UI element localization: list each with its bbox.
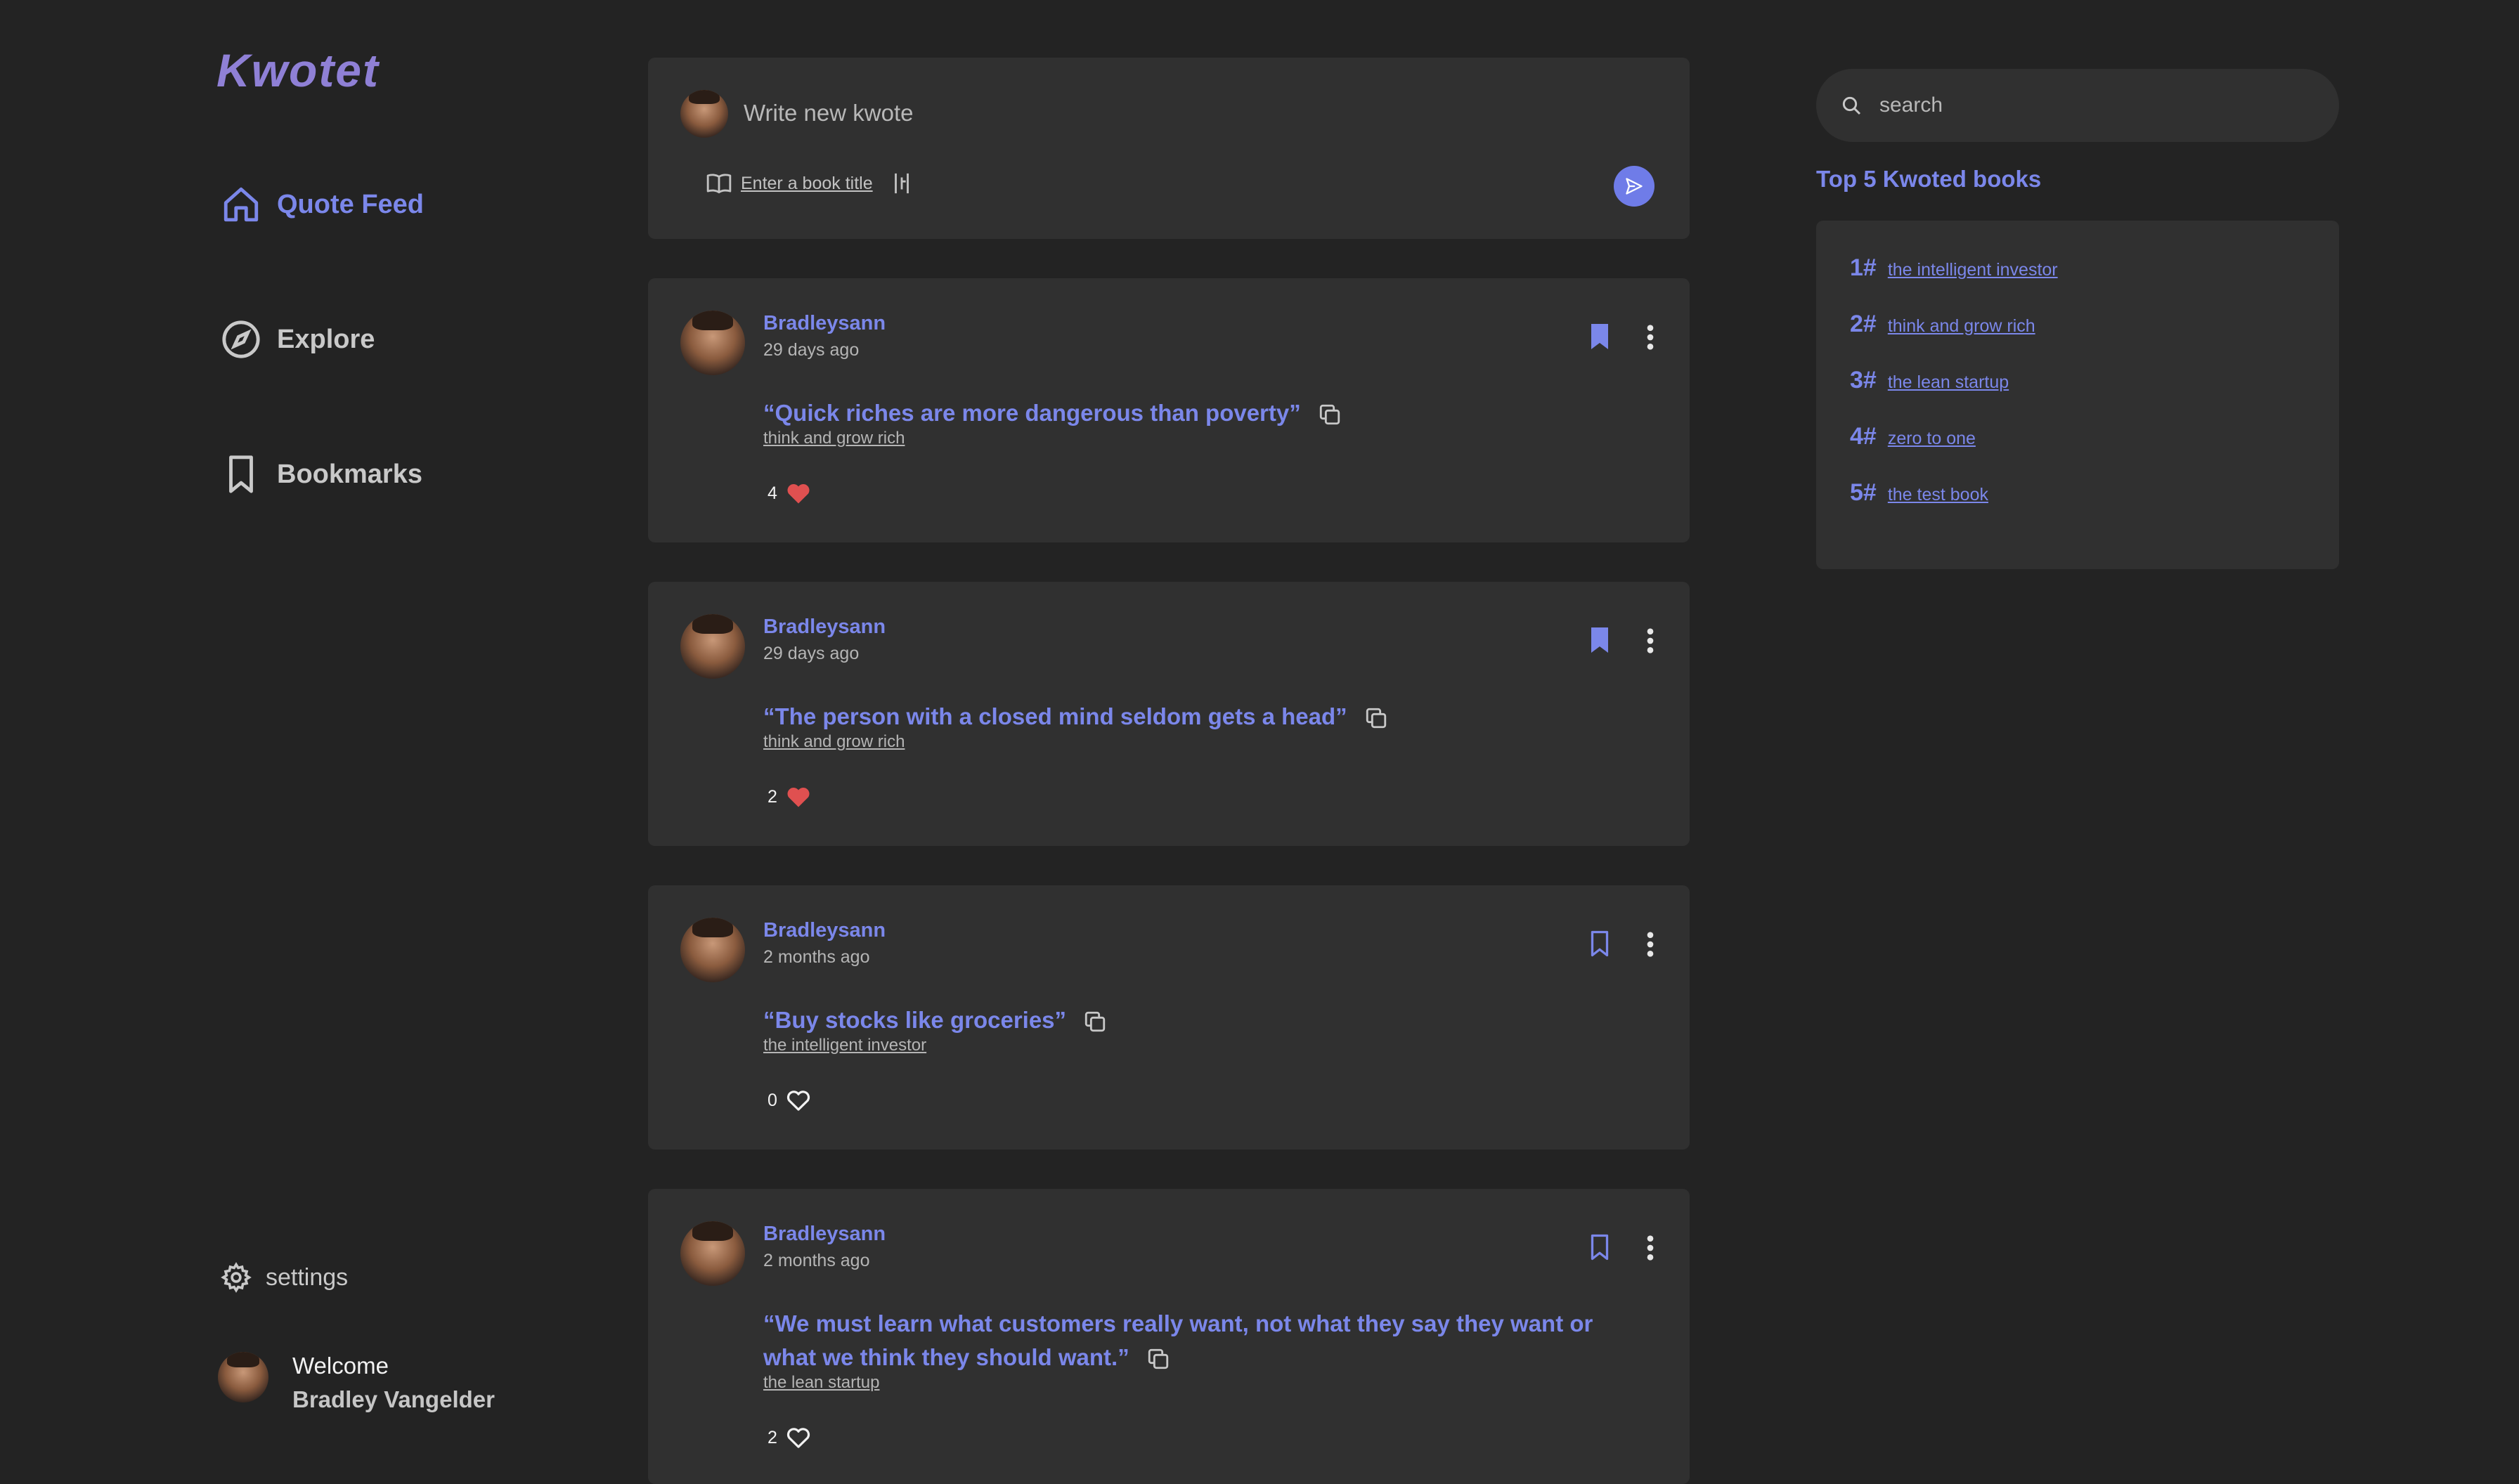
author-avatar[interactable] [680, 614, 745, 679]
bookmark-outline-icon[interactable] [1587, 1232, 1612, 1262]
post-quote: “Buy stocks like groceries” [763, 1003, 1642, 1037]
like-count: 4 [768, 483, 777, 503]
search-icon [1842, 96, 1861, 115]
top-book-rank: 3# [1850, 367, 1877, 393]
more-options-icon[interactable] [1645, 1234, 1656, 1262]
post-author[interactable]: Bradleysann [763, 616, 886, 639]
bookmark-filled-icon[interactable] [1587, 625, 1612, 655]
more-options-icon[interactable] [1645, 627, 1656, 655]
book-title-link-label: Enter a book title [741, 173, 873, 193]
post-quote: “We must learn what customers really wan… [763, 1310, 1593, 1371]
welcome-label: Welcome [292, 1353, 389, 1379]
gear-icon [221, 1262, 252, 1293]
like-counter[interactable]: 2 [768, 1426, 811, 1449]
top-book-item: 2# think and grow rich [1850, 311, 2035, 338]
post-quote: “Quick riches are more dangerous than po… [763, 396, 1642, 430]
nav-quote-feed[interactable]: Quote Feed [221, 184, 424, 225]
post-quote-text: Quick riches are more dangerous than pov… [775, 400, 1290, 426]
author-avatar[interactable] [680, 918, 745, 982]
new-kwote-input[interactable]: Write new kwote [744, 100, 913, 126]
copy-icon[interactable] [1146, 1347, 1170, 1371]
author-avatar[interactable] [680, 1221, 745, 1286]
top-book-rank: 2# [1850, 311, 1877, 337]
top-books-list: 1# the intelligent investor 2# think and… [1816, 221, 2339, 569]
new-kwote-composer: Write new kwote Enter a book title [648, 58, 1690, 239]
post-author[interactable]: Bradleysann [763, 312, 886, 335]
user-welcome: Welcome Bradley Vangelder [218, 1349, 495, 1417]
top-book-item: 4# zero to one [1850, 423, 1976, 450]
text-cursor-icon [895, 173, 909, 194]
top-book-item: 1# the intelligent investor [1850, 254, 2058, 282]
bookmark-filled-icon[interactable] [1587, 322, 1612, 351]
user-name: Bradley Vangelder [292, 1386, 495, 1412]
bookmark-icon [229, 455, 253, 493]
post-book-link[interactable]: think and grow rich [763, 429, 905, 448]
like-count: 0 [768, 1090, 777, 1110]
nav-explore-label: Explore [277, 324, 375, 354]
top-books-title: Top 5 Kwoted books [1816, 166, 2042, 192]
bookmark-outline-icon[interactable] [1587, 929, 1612, 958]
settings-link[interactable]: settings [221, 1262, 348, 1293]
top-book-item: 5# the test book [1850, 479, 1988, 507]
copy-icon[interactable] [1364, 706, 1388, 730]
top-book-link[interactable]: think and grow rich [1888, 316, 2035, 337]
like-count: 2 [768, 1427, 777, 1447]
more-options-icon[interactable] [1645, 930, 1656, 958]
post-quote: “The person with a closed mind seldom ge… [763, 700, 1642, 734]
post-time: 29 days ago [763, 644, 860, 663]
copy-icon[interactable] [1083, 1010, 1107, 1034]
post-quote-text: We must learn what customers really want… [763, 1310, 1593, 1370]
post-card: Bradleysann 29 days ago “Quick riches ar… [648, 278, 1690, 542]
post-book-link[interactable]: the intelligent investor [763, 1036, 926, 1055]
heart-filled-icon[interactable] [786, 786, 811, 808]
like-counter[interactable]: 0 [768, 1089, 811, 1112]
post-time: 2 months ago [763, 1251, 870, 1270]
search-bar[interactable] [1816, 69, 2339, 142]
top-book-link[interactable]: the intelligent investor [1888, 260, 2058, 280]
top-book-link[interactable]: zero to one [1888, 429, 1976, 449]
nav-quote-feed-label: Quote Feed [277, 189, 425, 219]
post-quote-text: The person with a closed mind seldom get… [775, 703, 1336, 729]
post-author[interactable]: Bradleysann [763, 1223, 886, 1246]
book-icon [706, 174, 732, 194]
top-book-rank: 5# [1850, 479, 1877, 506]
top-book-link[interactable]: the test book [1888, 485, 1988, 505]
book-title-link[interactable]: Enter a book title [706, 170, 873, 197]
top-book-rank: 1# [1850, 254, 1877, 281]
app-logo[interactable]: Kwotet [216, 44, 380, 97]
post-card: Bradleysann 2 months ago “We must learn … [648, 1189, 1690, 1484]
post-card: Bradleysann 2 months ago “Buy stocks lik… [648, 885, 1690, 1150]
top-book-link[interactable]: the lean startup [1888, 372, 2009, 393]
heart-outline-icon[interactable] [786, 1089, 811, 1112]
more-options-icon[interactable] [1645, 323, 1656, 351]
settings-label: settings [266, 1263, 349, 1291]
composer-avatar [680, 90, 728, 138]
copy-icon[interactable] [1318, 403, 1342, 427]
nav-bookmarks[interactable]: Bookmarks [221, 454, 422, 495]
user-avatar[interactable] [218, 1352, 268, 1402]
compass-icon [222, 320, 260, 358]
heart-outline-icon[interactable] [786, 1426, 811, 1449]
post-quote-text: Buy stocks like groceries [775, 1007, 1055, 1033]
post-author[interactable]: Bradleysann [763, 919, 886, 942]
like-counter[interactable]: 2 [768, 786, 811, 808]
nav-bookmarks-label: Bookmarks [277, 459, 422, 489]
home-icon [224, 187, 259, 222]
top-book-item: 3# the lean startup [1850, 367, 2009, 394]
author-avatar[interactable] [680, 311, 745, 375]
heart-filled-icon[interactable] [786, 482, 811, 505]
nav-explore[interactable]: Explore [221, 319, 375, 360]
like-count: 2 [768, 786, 777, 807]
post-time: 29 days ago [763, 340, 860, 360]
like-counter[interactable]: 4 [768, 482, 811, 505]
post-book-link[interactable]: the lean startup [763, 1373, 879, 1393]
post-book-link[interactable]: think and grow rich [763, 732, 905, 752]
post-card: Bradleysann 29 days ago “The person with… [648, 582, 1690, 846]
post-time: 2 months ago [763, 947, 870, 967]
send-button[interactable] [1614, 166, 1654, 207]
top-book-rank: 4# [1850, 423, 1877, 450]
search-input[interactable] [1878, 93, 2303, 118]
send-icon [1626, 178, 1643, 195]
